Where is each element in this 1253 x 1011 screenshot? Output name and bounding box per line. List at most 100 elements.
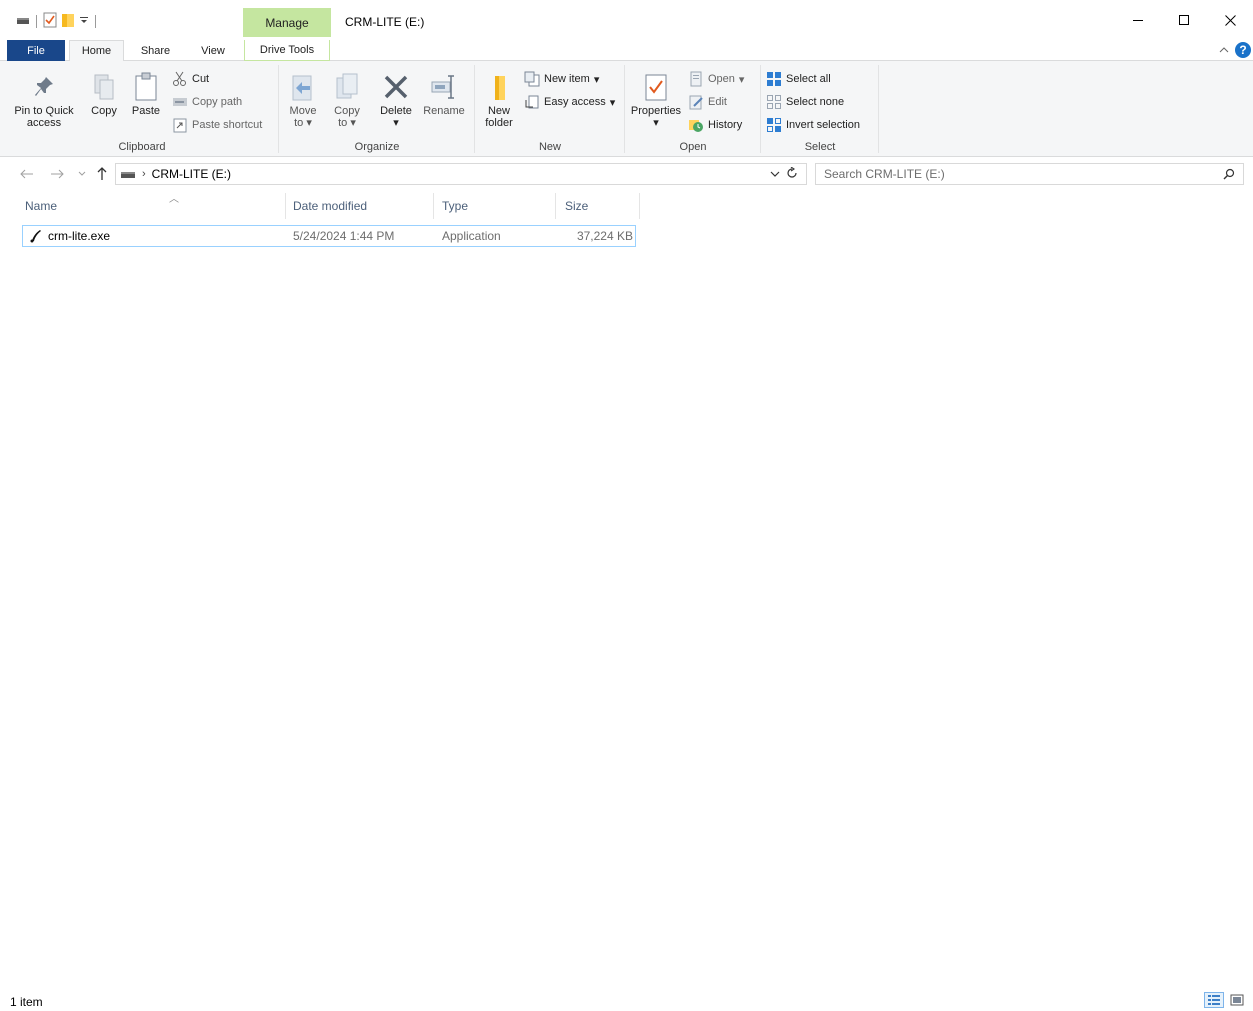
view-switcher <box>1204 992 1247 1008</box>
edit-button[interactable]: Edit <box>688 92 727 112</box>
large-icons-view-icon <box>1230 994 1244 1006</box>
copy-path-icon <box>173 98 187 106</box>
large-icons-view-button[interactable] <box>1227 992 1247 1008</box>
move-to-icon <box>292 75 312 101</box>
new-item-button[interactable]: New item ▾ <box>524 69 599 89</box>
pin-to-quick-access-button[interactable]: Pin to Quick access <box>8 69 80 129</box>
select-none-button[interactable]: Select none <box>766 92 844 112</box>
copy-label: Copy <box>91 105 117 117</box>
window-title: CRM-LITE (E:) <box>345 15 425 29</box>
select-none-label: Select none <box>786 96 845 108</box>
move-to-label-line2: to ▾ <box>294 117 312 129</box>
qat-dropdown-icon[interactable] <box>79 14 89 28</box>
breadcrumb-drive[interactable]: CRM-LITE (E:) <box>152 167 231 181</box>
properties-dropdown-arrow: ▾ <box>653 117 659 129</box>
delete-button[interactable]: Delete ▾ <box>376 69 416 129</box>
qat-separator-end <box>95 14 96 28</box>
paste-shortcut-button[interactable]: Paste shortcut <box>172 115 262 135</box>
edit-icon <box>689 95 703 110</box>
chevron-down-icon <box>78 171 86 176</box>
rename-label: Rename <box>423 105 465 117</box>
copy-to-label-line1: Copy <box>334 105 360 117</box>
cut-button[interactable]: Cut <box>172 69 209 89</box>
ribbon-tab-row: File Home Share View Drive Tools <box>0 40 1253 62</box>
up-button[interactable] <box>94 165 110 183</box>
collapse-ribbon-chevron-icon[interactable] <box>1219 43 1229 57</box>
column-type-label: Type <box>442 199 469 213</box>
forward-button[interactable] <box>48 165 66 183</box>
table-row[interactable]: crm-lite.exe 5/24/2024 1:44 PM Applicati… <box>22 225 636 247</box>
select-group-label: Select <box>804 141 836 153</box>
maximize-button[interactable] <box>1161 0 1207 40</box>
manage-contextual-tab[interactable]: Manage <box>243 8 331 37</box>
minimize-icon <box>1133 20 1143 21</box>
select-none-icon <box>767 95 781 109</box>
tab-file[interactable]: File <box>7 40 65 61</box>
rename-icon <box>431 75 454 99</box>
copy-to-button[interactable]: Copy to ▾ <box>326 69 368 129</box>
window-controls <box>1115 0 1253 40</box>
new-folder-button[interactable]: New folder <box>478 69 520 129</box>
column-name-label: Name <box>25 199 58 213</box>
invert-selection-icon <box>767 118 781 132</box>
move-to-button[interactable]: Move to ▾ <box>282 69 324 129</box>
search-icon <box>1223 168 1235 180</box>
copy-path-button[interactable]: Copy path <box>172 92 242 112</box>
group-divider <box>624 65 625 153</box>
tab-view[interactable]: View <box>187 40 239 61</box>
drive-icon[interactable] <box>16 14 30 28</box>
sort-ascending-icon: ︿ <box>169 194 179 205</box>
new-folder-qat-icon[interactable] <box>61 12 75 31</box>
easy-access-button[interactable]: Easy access ▾ <box>524 92 615 112</box>
close-button[interactable] <box>1207 0 1253 40</box>
tab-drive-tools[interactable]: Drive Tools <box>244 40 330 61</box>
recent-locations-button[interactable] <box>76 165 88 183</box>
copy-to-label-line2: to ▾ <box>338 117 356 129</box>
breadcrumb-separator-icon[interactable]: › <box>142 168 146 180</box>
cut-label: Cut <box>192 73 210 85</box>
rename-button[interactable]: Rename <box>420 69 468 117</box>
item-count: 1 item <box>10 995 43 1009</box>
properties-icon <box>645 74 667 101</box>
forward-arrow-icon <box>51 169 64 179</box>
invert-selection-button[interactable]: Invert selection <box>766 115 860 135</box>
refresh-button[interactable] <box>786 166 798 182</box>
file-name-cell[interactable]: crm-lite.exe <box>29 226 110 246</box>
new-folder-icon <box>495 76 505 100</box>
history-label: History <box>708 119 743 131</box>
new-group-label: New <box>538 141 561 153</box>
column-header-date-modified[interactable]: Date modified <box>289 193 434 219</box>
search-box[interactable]: Search CRM-LITE (E:) <box>815 163 1244 185</box>
minimize-button[interactable] <box>1115 0 1161 40</box>
refresh-icon <box>787 166 797 178</box>
properties-check-icon[interactable] <box>43 12 57 31</box>
easy-access-dropdown-arrow: ▾ <box>609 96 616 109</box>
select-all-button[interactable]: Select all <box>766 69 831 89</box>
column-header-type[interactable]: Type <box>438 193 556 219</box>
scissors-icon <box>173 71 186 86</box>
column-header-name[interactable]: Name ︿ <box>21 193 286 219</box>
delete-x-icon <box>384 75 408 99</box>
copy-path-label: Copy path <box>192 96 243 108</box>
clipboard-group: Pin to Quick access Copy Paste Cut Copy … <box>8 63 276 155</box>
details-view-button[interactable] <box>1204 992 1224 1008</box>
select-group: Select all Select none Invert selection … <box>764 63 876 155</box>
column-header-size[interactable]: Size <box>561 193 640 219</box>
quick-access-toolbar <box>16 11 98 31</box>
paste-button[interactable]: Paste <box>128 69 164 117</box>
properties-button[interactable]: Properties ▾ <box>628 69 684 129</box>
tab-share[interactable]: Share <box>128 40 183 61</box>
help-icon[interactable]: ? <box>1235 42 1251 58</box>
copy-button[interactable]: Copy <box>86 69 122 117</box>
tab-home[interactable]: Home <box>69 40 124 62</box>
title-bar: Manage CRM-LITE (E:) <box>0 0 1253 40</box>
group-divider <box>278 65 279 153</box>
file-list-header: Name ︿ Date modified Type Size <box>0 193 1253 219</box>
paste-label: Paste <box>131 105 161 117</box>
address-bar[interactable]: › CRM-LITE (E:) <box>115 163 807 185</box>
open-button[interactable]: Open ▾ <box>688 69 744 89</box>
file-size-cell: 37,224 KB <box>576 229 633 243</box>
history-button[interactable]: History <box>688 115 742 135</box>
address-history-dropdown[interactable] <box>770 167 780 181</box>
back-button[interactable] <box>18 165 36 183</box>
